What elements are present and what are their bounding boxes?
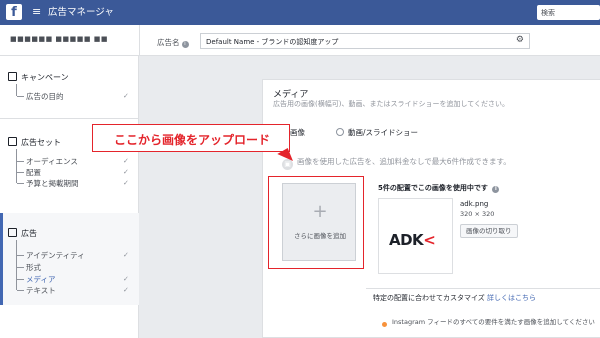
- radio-video-slideshow[interactable]: 動画/スライドショー: [336, 127, 418, 138]
- tree-line: [16, 240, 17, 290]
- ad-name-label: 広告名 i: [157, 37, 189, 48]
- media-description: 広告用の画像(横幅可)、動画、またはスライドショーを追加してください。: [273, 100, 510, 108]
- instagram-warning: Instagram フィードのすべての要件を満たす画像を追加してください: [392, 318, 595, 326]
- divider: [0, 118, 139, 119]
- check-icon: ✓: [123, 168, 129, 176]
- check-icon: ✓: [123, 275, 129, 283]
- sidebar-item-text[interactable]: テキスト: [17, 285, 56, 296]
- check-icon: ✓: [123, 179, 129, 187]
- image-thumbnail[interactable]: ADK<: [378, 198, 453, 274]
- gear-icon[interactable]: ⚙: [516, 36, 524, 45]
- sidebar-section-adset[interactable]: 広告セット: [8, 137, 61, 148]
- header-divider: [139, 25, 140, 56]
- ad-icon: [8, 228, 17, 237]
- sidebar-section-campaign[interactable]: キャンペーン: [8, 72, 69, 83]
- customize-row: 特定の配置に合わせてカスタマイズ 詳しくはこちら: [373, 294, 537, 302]
- tree-line: [16, 149, 17, 183]
- menu-icon[interactable]: ≡: [32, 6, 41, 18]
- check-icon: ✓: [123, 251, 129, 259]
- add-image-button[interactable]: + さらに画像を追加: [282, 183, 356, 261]
- warning-dot-icon: [382, 322, 387, 327]
- facebook-logo-icon[interactable]: f: [6, 4, 22, 20]
- plus-icon: +: [312, 201, 328, 222]
- campaign-icon: [8, 72, 17, 81]
- sidebar-item-placement[interactable]: 配置: [17, 167, 41, 178]
- radio-unselected-icon: [336, 128, 344, 136]
- sidebar-item-identity[interactable]: アイデンティティ: [17, 250, 85, 261]
- crop-image-button[interactable]: 画像の切り取り: [460, 224, 518, 238]
- account-name[interactable]: ■■■■■■ ■■■■■ ■■: [10, 35, 108, 43]
- ad-name-value: Default Name - ブランドの認知度アップ: [206, 38, 339, 46]
- sidebar-item-media[interactable]: メディア: [16, 274, 55, 285]
- learn-more-link[interactable]: 詳しくはこちら: [487, 294, 536, 302]
- app-title: 広告マネージャ: [48, 7, 114, 18]
- file-dimensions: 320 × 320: [460, 210, 495, 218]
- check-icon: ✓: [123, 92, 129, 100]
- info-icon: i: [492, 186, 500, 193]
- callout-box: ここから画像をアップロード: [92, 124, 290, 152]
- sidebar-item-budget[interactable]: 予算と掲載期間: [17, 178, 79, 189]
- add-image-label: さらに画像を追加: [294, 232, 346, 240]
- check-icon: ✓: [123, 286, 129, 294]
- sidebar-item-objective[interactable]: 広告の目的: [17, 91, 64, 102]
- ad-name-input[interactable]: Default Name - ブランドの認知度アップ ⚙: [200, 33, 530, 49]
- search-input[interactable]: 検索: [537, 5, 600, 20]
- sidebar-item-audience[interactable]: オーディエンス: [17, 156, 78, 167]
- info-icon: i: [181, 41, 189, 48]
- placement-heading: 5件の配置でこの画像を使用中です i: [378, 183, 500, 193]
- sidebar-section-ad[interactable]: 広告: [8, 228, 37, 239]
- top-bar: f ≡ 広告マネージャ 検索: [0, 0, 600, 25]
- sidebar-item-format[interactable]: 形式: [17, 262, 41, 273]
- sidebar: キャンペーン 広告の目的 ✓ 広告セット オーディエンス ✓ 配置 ✓ 予算と掲…: [0, 56, 139, 338]
- check-icon: ✓: [123, 157, 129, 165]
- callout-text: ここから画像をアップロード: [113, 133, 270, 147]
- file-name: adk.png: [460, 200, 489, 208]
- adset-icon: [8, 137, 17, 146]
- ad-header: ■■■■■■ ■■■■■ ■■ 広告名 i Default Name - ブランド…: [0, 25, 600, 56]
- image-info: ▣ 画像を使用した広告を、追加料金なしで最大6件作成できます。: [282, 156, 511, 170]
- divider: [366, 288, 600, 289]
- adk-logo: ADK<: [389, 231, 436, 249]
- tree-line: [16, 84, 17, 96]
